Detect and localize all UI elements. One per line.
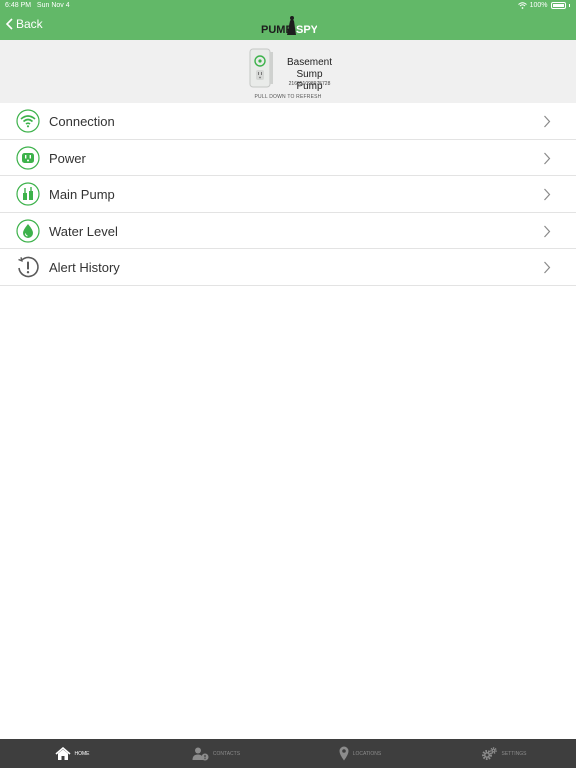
- device-name-line1: Basement: [286, 57, 333, 68]
- wifi-icon: [16, 109, 40, 133]
- tab-label-locations: LOCATIONS: [352, 750, 382, 757]
- nav-bar: Back PUMP SPY: [0, 12, 576, 40]
- status-bar: 6:48 PM Sun Nov 4 100%: [0, 0, 576, 12]
- menu-item-connection[interactable]: Connection: [0, 103, 576, 140]
- menu-label-main-pump: Main Pump: [49, 187, 115, 202]
- device-serial: 216051098975728: [288, 81, 331, 87]
- pump-icon: [16, 182, 40, 206]
- home-icon: [54, 746, 71, 760]
- menu-label-connection: Connection: [49, 114, 115, 129]
- tab-label-home: HOME: [74, 750, 90, 757]
- location-pin-icon: [339, 746, 349, 761]
- battery-icon: [550, 2, 566, 9]
- battery-tip: [568, 4, 570, 7]
- status-date: Sun Nov 4: [36, 2, 70, 9]
- gears-icon: [482, 746, 498, 760]
- menu-label-alert-history: Alert History: [49, 260, 120, 275]
- tab-locations[interactable]: LOCATIONS: [288, 739, 432, 768]
- chevron-right-icon: [544, 261, 551, 274]
- tab-home[interactable]: HOME: [0, 739, 144, 768]
- back-label: Back: [16, 17, 43, 31]
- logo-text-right: SPY: [296, 24, 317, 36]
- menu-label-water-level: Water Level: [49, 223, 118, 239]
- alert-history-icon: [18, 256, 39, 278]
- status-indicators: 100%: [517, 2, 570, 9]
- chevron-right-icon: [544, 188, 551, 201]
- tab-settings[interactable]: SETTINGS: [432, 739, 576, 768]
- contacts-icon: [192, 747, 209, 760]
- device-outlet-image: [249, 48, 273, 88]
- menu-label-power: Power: [49, 150, 86, 166]
- menu-item-alert-history[interactable]: Alert History: [0, 249, 576, 286]
- tab-label-contacts: CONTACTS: [212, 750, 241, 757]
- wifi-status-icon: [517, 2, 527, 9]
- device-header: Basement Sump Pump 216051098975728 PULL …: [0, 40, 576, 103]
- menu-item-water-level[interactable]: Water Level: [0, 212, 576, 249]
- status-time-date: 6:48 PM Sun Nov 4: [5, 2, 70, 9]
- tab-label-settings: SETTINGS: [501, 750, 527, 757]
- status-time: 6:48 PM: [5, 2, 32, 9]
- device-name: Basement Sump Pump: [282, 57, 337, 93]
- chevron-right-icon: [544, 152, 551, 164]
- battery-percent: 100%: [529, 2, 548, 9]
- tab-bar: HOME CONTACTS LOCATIONS SETTINGS: [0, 739, 576, 768]
- menu-item-power[interactable]: Power: [0, 139, 576, 176]
- back-button[interactable]: Back: [6, 17, 43, 31]
- tab-contacts[interactable]: CONTACTS: [144, 739, 288, 768]
- chevron-right-icon: [544, 225, 551, 237]
- chevron-left-icon: [6, 18, 13, 30]
- water-drop-icon: [16, 218, 40, 243]
- pumpspy-logo: PUMP SPY: [261, 16, 317, 36]
- chevron-right-icon: [544, 115, 551, 128]
- pull-to-refresh-hint: PULL DOWN TO REFRESH: [254, 94, 322, 100]
- menu-item-main-pump[interactable]: Main Pump: [0, 176, 576, 213]
- menu-list: Connection Power Main Pump Water Level A…: [0, 103, 576, 286]
- outlet-icon: [16, 145, 40, 170]
